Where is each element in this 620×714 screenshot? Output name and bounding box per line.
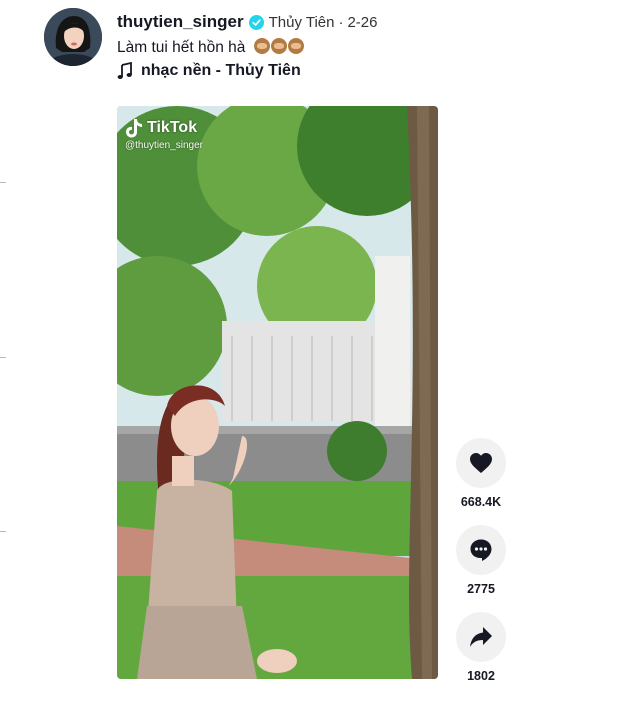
watermark-handle: @thuytien_singer bbox=[125, 140, 203, 151]
watermark-brand: TikTok bbox=[147, 119, 198, 136]
comment-icon bbox=[470, 539, 492, 561]
see-no-evil-monkey-icon bbox=[253, 38, 304, 54]
left-edge-marker bbox=[0, 357, 6, 358]
comment-button[interactable] bbox=[456, 525, 506, 575]
left-edge-marker bbox=[0, 182, 6, 183]
music-title: nhạc nền - Thủy Tiên bbox=[141, 62, 301, 79]
tiktok-watermark: TikTok @thuytien_singer bbox=[125, 118, 203, 151]
avatar[interactable] bbox=[44, 8, 102, 66]
video-frame bbox=[117, 106, 438, 679]
like-button[interactable] bbox=[456, 438, 506, 488]
video-player[interactable]: TikTok @thuytien_singer bbox=[117, 106, 438, 679]
like-count: 668.4K bbox=[460, 495, 502, 509]
share-arrow-icon bbox=[470, 627, 492, 647]
left-edge-marker bbox=[0, 531, 6, 532]
music-note-icon bbox=[117, 62, 132, 79]
share-count: 1802 bbox=[467, 669, 495, 683]
heart-icon bbox=[470, 453, 492, 473]
separator: · bbox=[338, 13, 344, 31]
music-link[interactable]: nhạc nền - Thủy Tiên bbox=[117, 62, 610, 80]
tiktok-logo-icon bbox=[126, 119, 142, 138]
post-caption: Làm tui hết hồn hà bbox=[117, 38, 610, 57]
verified-badge-icon bbox=[248, 14, 264, 30]
nickname: Thủy Tiên bbox=[268, 13, 335, 31]
action-bar: 668.4K 2775 1802 bbox=[455, 438, 507, 699]
comment-count: 2775 bbox=[467, 582, 495, 596]
share-action[interactable]: 1802 bbox=[455, 612, 507, 683]
like-action[interactable]: 668.4K bbox=[455, 438, 507, 509]
caption-text: Làm tui hết hồn hà bbox=[117, 39, 246, 56]
share-button[interactable] bbox=[456, 612, 506, 662]
comment-action[interactable]: 2775 bbox=[455, 525, 507, 596]
post-header: thuytien_singer Thủy Tiên · 2-26 Làm tui… bbox=[117, 10, 610, 80]
post-date: 2-26 bbox=[347, 13, 378, 31]
username-link[interactable]: thuytien_singer bbox=[117, 12, 244, 32]
